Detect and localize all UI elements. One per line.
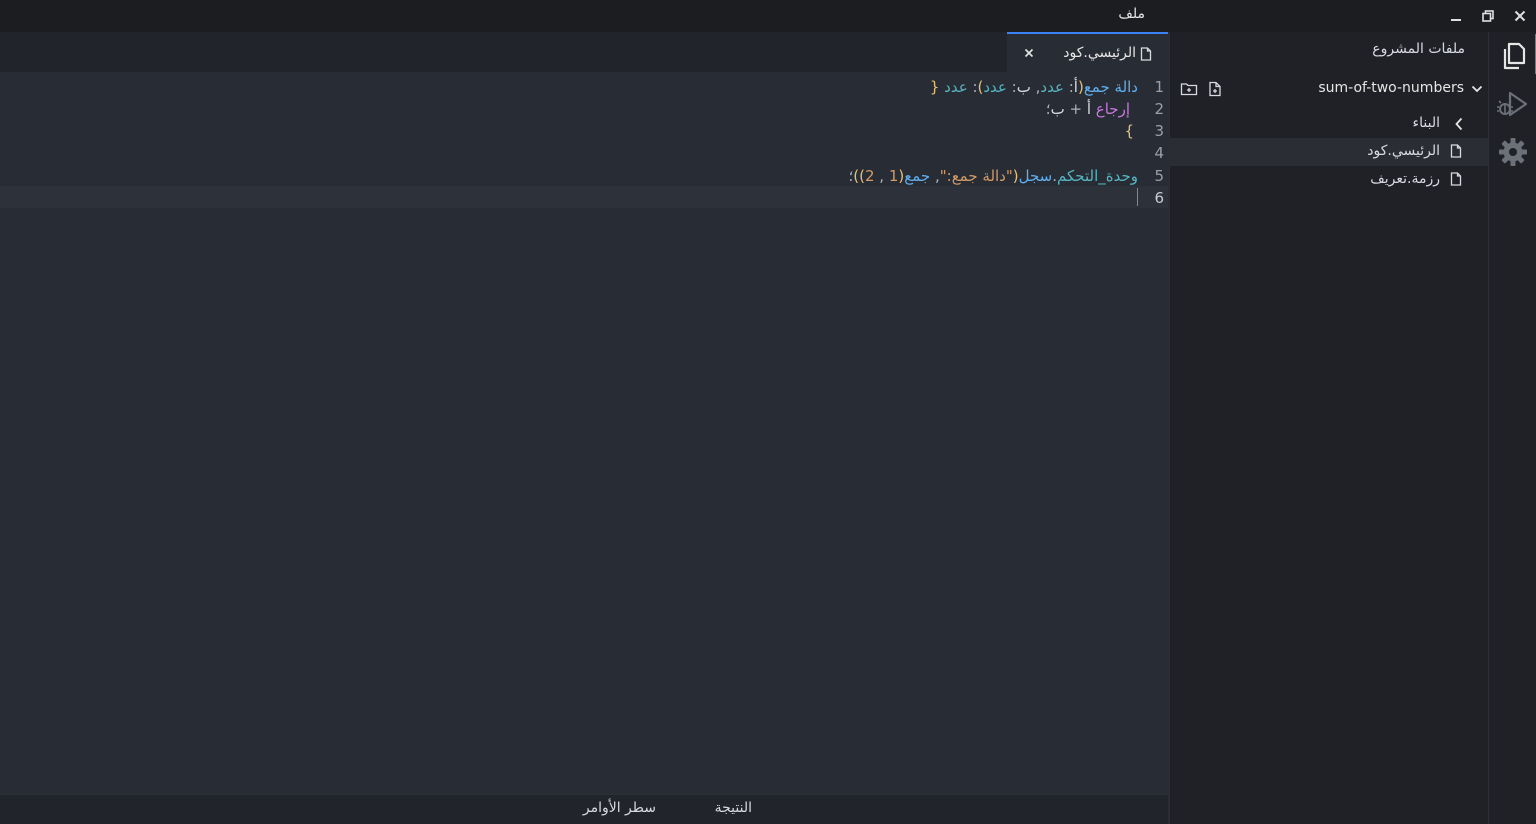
code-line-current: 6 [0, 186, 1168, 208]
file-icon [1450, 172, 1462, 190]
gear-icon [1499, 138, 1527, 166]
code-text: } [1124, 122, 1134, 140]
text-cursor [1137, 188, 1138, 206]
chevron-down-icon [1471, 82, 1483, 98]
activity-settings[interactable] [1489, 128, 1536, 176]
files-icon [1503, 42, 1526, 70]
tree-item-build-folder[interactable]: البناء [1169, 110, 1488, 138]
tree-item-package-file[interactable]: رزمة.تعريف [1169, 166, 1488, 194]
chevron-right-icon [1454, 117, 1464, 135]
tree-item-main-file[interactable]: الرئيسي.كود [1169, 138, 1488, 166]
tree-item-label: البناء [1412, 115, 1440, 131]
sidebar-explorer: ملفات المشروع sum-of-two-numbers البناء … [1169, 32, 1488, 824]
activity-bar [1488, 32, 1536, 824]
file-icon [1140, 47, 1152, 65]
code-editor[interactable]: 1 دالة جمع(أ: عدد, ب: عدد): عدد { 2 إرجا… [0, 72, 1168, 794]
code-line: 3 } [0, 119, 1168, 141]
file-icon [1450, 144, 1462, 162]
new-file-button[interactable] [1206, 80, 1224, 98]
line-number: 6 [1154, 189, 1164, 207]
tab-main-code[interactable]: الرئيسي.كود [1007, 32, 1168, 72]
title-bar: ملف [0, 0, 1536, 32]
minimize-icon [1451, 19, 1461, 21]
new-file-icon [1209, 81, 1221, 97]
activity-run-debug[interactable] [1489, 80, 1536, 128]
tab-terminal[interactable]: سطر الأوامر [583, 800, 656, 816]
maximize-icon [1482, 10, 1494, 22]
maximize-button[interactable] [1478, 6, 1498, 26]
editor-tab-bar: الرئيسي.كود [0, 32, 1168, 72]
code-line: 4 [0, 141, 1168, 163]
tab-label: الرئيسي.كود [1063, 45, 1136, 61]
close-window-button[interactable] [1510, 6, 1530, 26]
editor-area: الرئيسي.كود 1 دالة جمع(أ: عدد, ب: عدد): … [0, 32, 1168, 794]
line-number: 2 [1154, 100, 1164, 118]
minimize-button[interactable] [1446, 6, 1466, 26]
code-line: 5 وحدة_التحكم.سجل("دالة جمع:", جمع(1 , 2… [0, 164, 1168, 186]
panel-tab-bar: النتيجة سطر الأوامر [0, 794, 1168, 824]
line-number: 3 [1154, 122, 1164, 140]
line-number: 5 [1154, 167, 1164, 185]
code-text: دالة جمع(أ: عدد, ب: عدد): عدد { [929, 78, 1138, 96]
sidebar-title: ملفات المشروع [1372, 41, 1465, 57]
code-line: 2 إرجاع أ + ب؛ [0, 97, 1168, 119]
close-icon [1514, 10, 1526, 22]
menu-file[interactable]: ملف [1118, 6, 1145, 22]
line-number: 1 [1154, 78, 1164, 96]
new-folder-button[interactable] [1180, 80, 1198, 98]
new-folder-icon [1180, 83, 1198, 96]
run-debug-icon [1497, 91, 1528, 117]
code-text: وحدة_التحكم.سجل("دالة جمع:", جمع(1 , 2))… [848, 167, 1138, 185]
project-root[interactable]: sum-of-two-numbers [1169, 74, 1488, 102]
close-icon [1024, 48, 1034, 58]
tab-output[interactable]: النتيجة [715, 800, 752, 816]
line-number: 4 [1154, 144, 1164, 162]
code-text: إرجاع أ + ب؛ [1045, 100, 1130, 118]
activity-files[interactable] [1489, 32, 1536, 80]
project-name: sum-of-two-numbers [1318, 80, 1464, 96]
code-line: 1 دالة جمع(أ: عدد, ب: عدد): عدد { [0, 75, 1168, 97]
tree-item-label: الرئيسي.كود [1367, 143, 1440, 159]
tab-close-button[interactable] [1021, 45, 1037, 61]
tree-item-label: رزمة.تعريف [1370, 171, 1440, 187]
